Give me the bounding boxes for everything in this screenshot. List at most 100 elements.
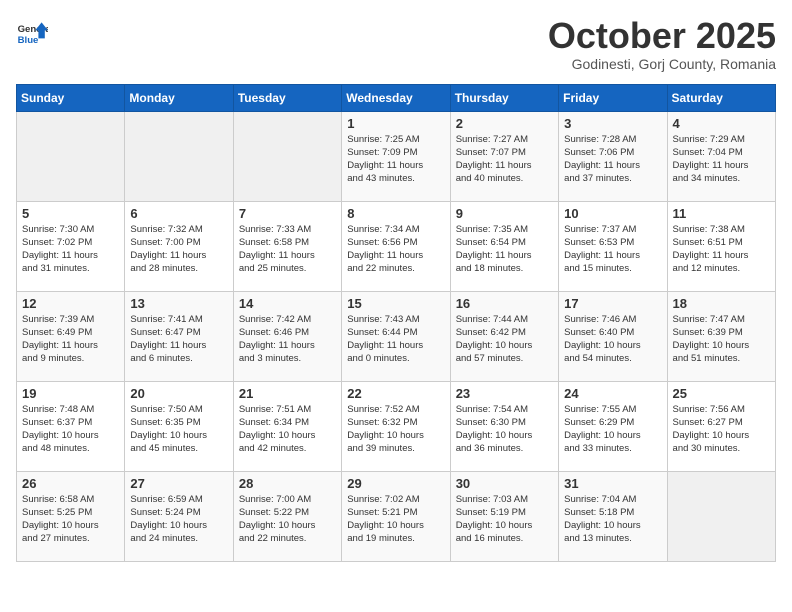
cell-info: Sunrise: 7:29 AM Sunset: 7:04 PM Dayligh… <box>673 133 770 186</box>
cell-info: Sunrise: 7:52 AM Sunset: 6:32 PM Dayligh… <box>347 403 444 456</box>
cell-info: Sunrise: 7:39 AM Sunset: 6:49 PM Dayligh… <box>22 313 119 366</box>
day-number: 6 <box>130 206 227 221</box>
day-number: 5 <box>22 206 119 221</box>
cell-info: Sunrise: 7:38 AM Sunset: 6:51 PM Dayligh… <box>673 223 770 276</box>
day-number: 2 <box>456 116 553 131</box>
cell-info: Sunrise: 7:51 AM Sunset: 6:34 PM Dayligh… <box>239 403 336 456</box>
calendar-cell: 9Sunrise: 7:35 AM Sunset: 6:54 PM Daylig… <box>450 201 558 291</box>
cell-info: Sunrise: 7:46 AM Sunset: 6:40 PM Dayligh… <box>564 313 661 366</box>
calendar-cell: 16 Sunrise: 7:44 AM Sunset: 6:42 PM Dayli… <box>450 291 558 381</box>
weekday-header-tuesday: Tuesday <box>233 84 341 111</box>
weekday-header-thursday: Thursday <box>450 84 558 111</box>
cell-info: Sunrise: 7:04 AM Sunset: 5:18 PM Dayligh… <box>564 493 661 546</box>
cell-info: Sunrise: 7:54 AM Sunset: 6:30 PM Dayligh… <box>456 403 553 456</box>
calendar-cell: 19 Sunrise: 7:48 AM Sunset: 6:37 PM Dayli… <box>17 381 125 471</box>
logo-icon: General Blue <box>16 16 48 48</box>
calendar-table: SundayMondayTuesdayWednesdayThursdayFrid… <box>16 84 776 562</box>
weekday-header-monday: Monday <box>125 84 233 111</box>
svg-text:Blue: Blue <box>18 35 39 46</box>
cell-info: Sunrise: 7:44 AM Sunset: 6:42 PM Dayligh… <box>456 313 553 366</box>
day-number: 27 <box>130 476 227 491</box>
calendar-title: October 2025 <box>548 16 776 56</box>
calendar-cell: 28 Sunrise: 7:00 AM Sunset: 5:22 PM Dayli… <box>233 471 341 561</box>
calendar-cell: 23 Sunrise: 7:54 AM Sunset: 6:30 PM Dayli… <box>450 381 558 471</box>
cell-info: Sunrise: 7:56 AM Sunset: 6:27 PM Dayligh… <box>673 403 770 456</box>
day-number: 28 <box>239 476 336 491</box>
calendar-cell: 25 Sunrise: 7:56 AM Sunset: 6:27 PM Dayli… <box>667 381 775 471</box>
day-number: 30 <box>456 476 553 491</box>
day-number: 14 <box>239 296 336 311</box>
day-number: 24 <box>564 386 661 401</box>
calendar-cell: 30 Sunrise: 7:03 AM Sunset: 5:19 PM Dayli… <box>450 471 558 561</box>
day-number: 3 <box>564 116 661 131</box>
cell-info: Sunrise: 7:48 AM Sunset: 6:37 PM Dayligh… <box>22 403 119 456</box>
calendar-cell: 11Sunrise: 7:38 AM Sunset: 6:51 PM Dayli… <box>667 201 775 291</box>
calendar-cell: 29Sunrise: 7:02 AM Sunset: 5:21 PM Dayli… <box>342 471 450 561</box>
weekday-header-saturday: Saturday <box>667 84 775 111</box>
cell-info: Sunrise: 7:50 AM Sunset: 6:35 PM Dayligh… <box>130 403 227 456</box>
cell-info: Sunrise: 7:55 AM Sunset: 6:29 PM Dayligh… <box>564 403 661 456</box>
day-number: 29 <box>347 476 444 491</box>
calendar-cell: 24 Sunrise: 7:55 AM Sunset: 6:29 PM Dayli… <box>559 381 667 471</box>
cell-info: Sunrise: 7:37 AM Sunset: 6:53 PM Dayligh… <box>564 223 661 276</box>
day-number: 18 <box>673 296 770 311</box>
day-number: 4 <box>673 116 770 131</box>
calendar-cell: 26 Sunrise: 6:58 AM Sunset: 5:25 PM Dayli… <box>17 471 125 561</box>
day-number: 21 <box>239 386 336 401</box>
cell-info: Sunrise: 6:59 AM Sunset: 5:24 PM Dayligh… <box>130 493 227 546</box>
weekday-header-wednesday: Wednesday <box>342 84 450 111</box>
day-number: 22 <box>347 386 444 401</box>
day-number: 20 <box>130 386 227 401</box>
cell-info: Sunrise: 7:43 AM Sunset: 6:44 PM Dayligh… <box>347 313 444 366</box>
calendar-cell: 7 Sunrise: 7:33 AM Sunset: 6:58 PM Daylig… <box>233 201 341 291</box>
day-number: 8 <box>347 206 444 221</box>
logo: General Blue <box>16 16 48 48</box>
day-number: 12 <box>22 296 119 311</box>
calendar-cell: 5 Sunrise: 7:30 AM Sunset: 7:02 PM Daylig… <box>17 201 125 291</box>
calendar-cell: 6 Sunrise: 7:32 AM Sunset: 7:00 PM Daylig… <box>125 201 233 291</box>
calendar-cell: 3 Sunrise: 7:28 AM Sunset: 7:06 PM Daylig… <box>559 111 667 201</box>
calendar-cell: 21 Sunrise: 7:51 AM Sunset: 6:34 PM Dayli… <box>233 381 341 471</box>
week-row-2: 5 Sunrise: 7:30 AM Sunset: 7:02 PM Daylig… <box>17 201 776 291</box>
cell-info: Sunrise: 7:25 AM Sunset: 7:09 PM Dayligh… <box>347 133 444 186</box>
calendar-cell: 18Sunrise: 7:47 AM Sunset: 6:39 PM Dayli… <box>667 291 775 381</box>
cell-info: Sunrise: 7:30 AM Sunset: 7:02 PM Dayligh… <box>22 223 119 276</box>
calendar-cell: 8 Sunrise: 7:34 AM Sunset: 6:56 PM Daylig… <box>342 201 450 291</box>
day-number: 26 <box>22 476 119 491</box>
cell-info: Sunrise: 7:32 AM Sunset: 7:00 PM Dayligh… <box>130 223 227 276</box>
cell-info: Sunrise: 7:33 AM Sunset: 6:58 PM Dayligh… <box>239 223 336 276</box>
calendar-cell <box>667 471 775 561</box>
weekday-header-friday: Friday <box>559 84 667 111</box>
calendar-cell: 2 Sunrise: 7:27 AM Sunset: 7:07 PM Daylig… <box>450 111 558 201</box>
cell-info: Sunrise: 7:27 AM Sunset: 7:07 PM Dayligh… <box>456 133 553 186</box>
cell-info: Sunrise: 6:58 AM Sunset: 5:25 PM Dayligh… <box>22 493 119 546</box>
cell-info: Sunrise: 7:03 AM Sunset: 5:19 PM Dayligh… <box>456 493 553 546</box>
day-number: 25 <box>673 386 770 401</box>
day-number: 7 <box>239 206 336 221</box>
cell-info: Sunrise: 7:00 AM Sunset: 5:22 PM Dayligh… <box>239 493 336 546</box>
week-row-3: 12 Sunrise: 7:39 AM Sunset: 6:49 PM Dayli… <box>17 291 776 381</box>
day-number: 13 <box>130 296 227 311</box>
cell-info: Sunrise: 7:28 AM Sunset: 7:06 PM Dayligh… <box>564 133 661 186</box>
day-number: 15 <box>347 296 444 311</box>
week-row-1: 1 Sunrise: 7:25 AM Sunset: 7:09 PM Daylig… <box>17 111 776 201</box>
calendar-cell <box>233 111 341 201</box>
calendar-cell: 17Sunrise: 7:46 AM Sunset: 6:40 PM Dayli… <box>559 291 667 381</box>
title-area: October 2025 Godinesti, Gorj County, Rom… <box>548 16 776 72</box>
calendar-cell: 4 Sunrise: 7:29 AM Sunset: 7:04 PM Daylig… <box>667 111 775 201</box>
calendar-cell: 14Sunrise: 7:42 AM Sunset: 6:46 PM Dayli… <box>233 291 341 381</box>
week-row-4: 19 Sunrise: 7:48 AM Sunset: 6:37 PM Dayli… <box>17 381 776 471</box>
day-number: 23 <box>456 386 553 401</box>
week-row-5: 26 Sunrise: 6:58 AM Sunset: 5:25 PM Dayli… <box>17 471 776 561</box>
calendar-cell: 1 Sunrise: 7:25 AM Sunset: 7:09 PM Daylig… <box>342 111 450 201</box>
day-number: 10 <box>564 206 661 221</box>
calendar-cell <box>17 111 125 201</box>
weekday-header-row: SundayMondayTuesdayWednesdayThursdayFrid… <box>17 84 776 111</box>
calendar-cell <box>125 111 233 201</box>
day-number: 19 <box>22 386 119 401</box>
day-number: 16 <box>456 296 553 311</box>
header: General Blue October 2025 Godinesti, Gor… <box>16 16 776 72</box>
calendar-subtitle: Godinesti, Gorj County, Romania <box>548 56 776 72</box>
day-number: 1 <box>347 116 444 131</box>
cell-info: Sunrise: 7:34 AM Sunset: 6:56 PM Dayligh… <box>347 223 444 276</box>
